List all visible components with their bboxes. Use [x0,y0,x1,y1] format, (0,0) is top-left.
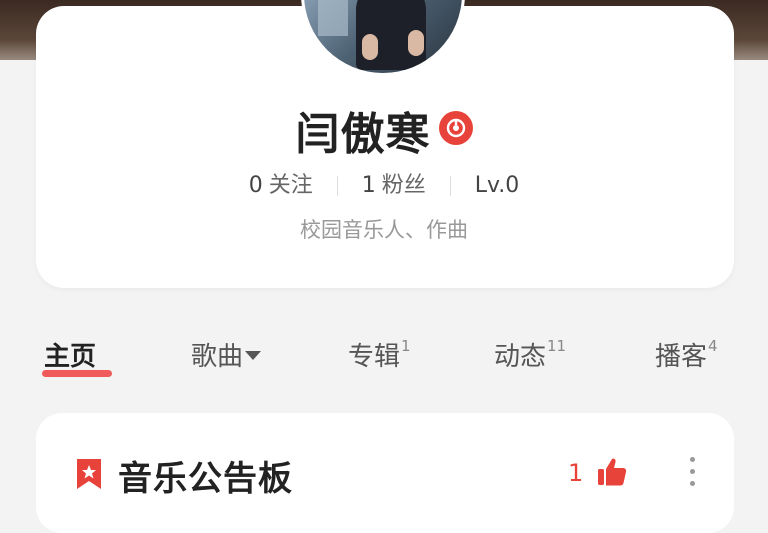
avatar-hand-left [362,34,378,60]
music-verified-icon[interactable] [438,111,473,145]
tab-songs-label: 歌曲 [191,342,244,372]
tab-home-label: 主页 [44,342,97,372]
tab-albums[interactable]: 专辑1 [348,336,411,373]
chevron-down-icon [245,351,262,360]
bio: 校园音乐人、作曲 [300,218,468,242]
avatar-background-window [318,0,348,36]
stat-level-value: Lv.0 [474,173,520,198]
tab-albums-label: 专辑 [348,342,401,372]
stat-followers[interactable]: 1 粉丝 [338,167,450,199]
music-board-card[interactable]: 音乐公告板 1 [36,413,734,533]
tab-albums-count: 1 [401,337,411,356]
bookmark-icon [74,457,104,495]
stat-level[interactable]: Lv.0 [451,173,544,198]
stat-followers-label: 粉丝 [381,173,426,198]
tab-activity-count: 11 [547,337,567,356]
tab-podcasts-label: 播客 [655,342,708,372]
tab-home[interactable]: 主页 [44,336,96,373]
stat-following-label: 关注 [268,173,313,198]
avatar-hand-right [408,30,424,56]
tab-podcasts[interactable]: 播客4 [655,336,718,373]
thumbs-up-icon[interactable] [596,457,628,491]
more-vertical-icon[interactable] [690,457,698,491]
username: 闫傲寒 [295,109,431,160]
like-count: 1 [568,459,584,487]
stats-row: 0 关注 1 粉丝 Lv.0 [0,167,768,199]
stat-following[interactable]: 0 关注 [225,167,337,199]
stat-followers-value: 1 [361,173,376,198]
tab-activity[interactable]: 动态11 [494,336,566,373]
username-row: 闫傲寒 [0,98,768,160]
tab-activity-label: 动态 [494,342,547,372]
tab-bar: 主页 歌曲 专辑1 动态11 播客4 [0,336,768,386]
active-tab-indicator [42,370,112,377]
tab-songs[interactable]: 歌曲 [191,336,262,373]
board-title: 音乐公告板 [118,459,293,499]
stat-following-value: 0 [248,173,263,198]
tab-podcasts-count: 4 [708,337,718,356]
